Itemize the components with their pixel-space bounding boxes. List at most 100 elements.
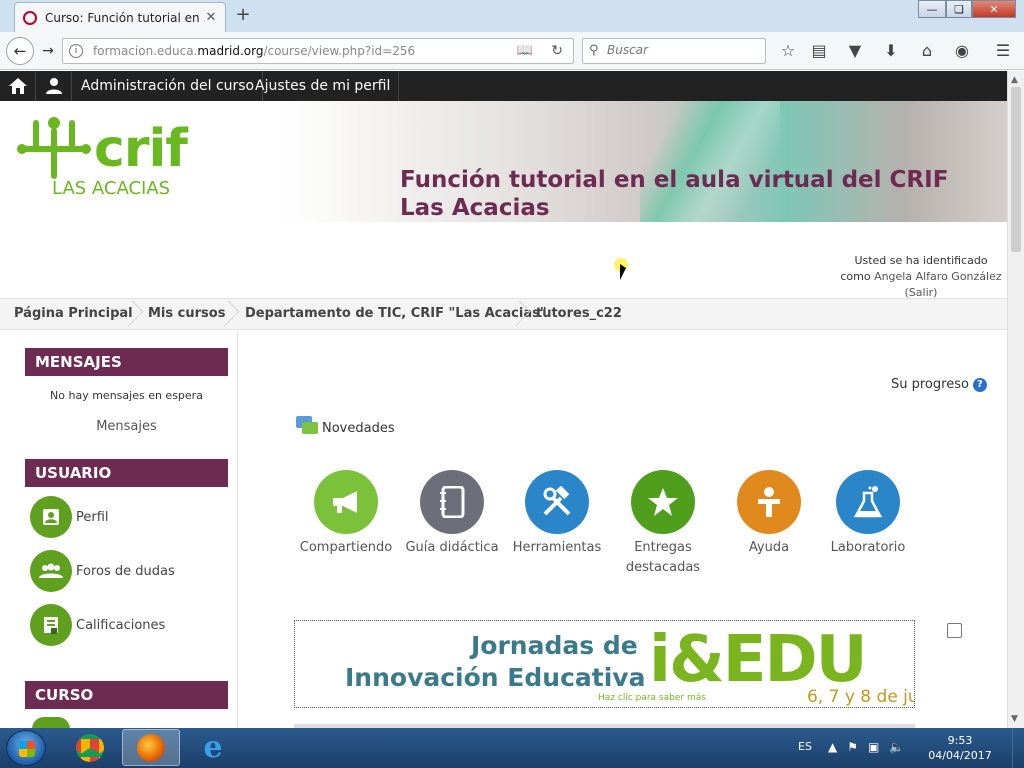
user-profile-link[interactable]: Angela Alfaro González bbox=[874, 270, 1002, 283]
block-messages-title: MENSAJES bbox=[25, 348, 228, 376]
banner-line2: Innovación Educativa bbox=[345, 663, 646, 692]
news-forum-label: Novedades bbox=[322, 421, 395, 436]
maximize-button[interactable]: ❑ bbox=[946, 0, 972, 18]
messages-link[interactable]: Mensajes bbox=[25, 419, 228, 434]
taskbar-internet-explorer[interactable]: e bbox=[184, 729, 242, 766]
language-indicator[interactable]: ES bbox=[798, 740, 812, 753]
ie-icon: e bbox=[203, 729, 223, 765]
left-sidebar: MENSAJES No hay mensajes en espera Mensa… bbox=[0, 331, 238, 729]
megaphone-icon bbox=[314, 470, 378, 534]
tile-entregas-destacadas[interactable]: Entregas destacadas bbox=[608, 470, 718, 578]
search-input[interactable] bbox=[607, 43, 757, 57]
url-bar[interactable]: i formacion.educa.madrid.org/course/view… bbox=[62, 38, 574, 64]
menu-icon[interactable]: ☰ bbox=[992, 40, 1014, 62]
search-bar[interactable]: ⚲ bbox=[582, 38, 766, 64]
sidebar-item-profile[interactable]: Perfil bbox=[30, 496, 109, 538]
browser-titlebar: Curso: Función tutorial en ... ✕ + — ❑ ✕ bbox=[0, 0, 1024, 32]
new-tab-button[interactable]: + bbox=[234, 6, 252, 24]
breadcrumb-course[interactable]: tutores_c22 bbox=[536, 299, 622, 329]
nav-profile-settings[interactable]: Ajustes de mi perfil bbox=[247, 71, 400, 101]
close-window-button[interactable]: ✕ bbox=[972, 0, 1016, 18]
login-user-line: como Angela Alfaro González bbox=[840, 270, 1002, 283]
logo-tree-icon bbox=[17, 117, 91, 179]
login-info: Usted se ha identificado como Angela Alf… bbox=[826, 253, 1016, 301]
window-controls: — ❑ ✕ bbox=[918, 0, 1016, 18]
help-icon[interactable]: ? bbox=[972, 377, 987, 392]
windows-logo-icon bbox=[19, 741, 35, 757]
windows-taskbar: e ES ▲ ⚑ ▣ 🔈 9:53 04/04/2017 bbox=[0, 728, 1024, 768]
reload-icon[interactable]: ↻ bbox=[551, 43, 563, 59]
scroll-down-icon[interactable]: ▼ bbox=[1011, 714, 1018, 724]
bookmark-star-icon[interactable]: ☆ bbox=[777, 40, 799, 62]
profile-icon bbox=[30, 496, 72, 538]
sidebar-item-forums[interactable]: Foros de dudas bbox=[30, 550, 175, 592]
flask-icon bbox=[836, 470, 900, 534]
breadcrumb-home[interactable]: Página Principal bbox=[14, 299, 133, 329]
grades-icon bbox=[30, 604, 72, 646]
reader-view-icon[interactable]: 📖 bbox=[517, 43, 533, 58]
banner-hint: Haz clic para saber más bbox=[598, 693, 706, 703]
search-icon: ⚲ bbox=[589, 43, 599, 58]
block-course-title: CURSO bbox=[25, 681, 228, 709]
extension-icon[interactable]: ◉ bbox=[951, 40, 973, 62]
tile-label: Compartiendo bbox=[299, 540, 393, 555]
completion-checkbox[interactable] bbox=[947, 623, 962, 638]
tab-title: Curso: Función tutorial en ... bbox=[45, 10, 205, 25]
breadcrumb: Página Principal Mis cursos Departamento… bbox=[0, 298, 1007, 330]
user-nav-icon[interactable] bbox=[36, 71, 72, 101]
tab-close-icon[interactable]: ✕ bbox=[205, 10, 217, 25]
star-icon bbox=[631, 470, 695, 534]
vertical-scrollbar[interactable]: ▲ ▼ bbox=[1007, 71, 1024, 728]
crif-logo[interactable]: crif LAS ACACIAS bbox=[14, 111, 204, 206]
home-nav-icon[interactable] bbox=[0, 71, 36, 101]
taskbar-clock[interactable]: 9:53 04/04/2017 bbox=[928, 733, 992, 763]
iedu-promo-banner[interactable]: Jornadas de Innovación Educativa i&EDU H… bbox=[294, 620, 915, 708]
scroll-thumb[interactable] bbox=[1011, 87, 1021, 252]
no-messages-text: No hay mensajes en espera bbox=[50, 389, 203, 402]
tile-herramientas[interactable]: Herramientas bbox=[502, 470, 612, 558]
network-icon[interactable]: ▣ bbox=[868, 740, 879, 754]
tile-compartiendo[interactable]: Compartiendo bbox=[291, 470, 401, 558]
tile-label: Guía didáctica bbox=[405, 540, 499, 555]
mouse-cursor-icon bbox=[620, 264, 626, 280]
block-user-title: USUARIO bbox=[25, 459, 228, 487]
chrome-icon bbox=[76, 733, 104, 762]
flag-icon[interactable]: ⚑ bbox=[847, 740, 858, 754]
pocket-icon[interactable]: ▼ bbox=[844, 40, 866, 62]
site-favicon-icon bbox=[23, 10, 37, 25]
tray-expand-icon[interactable]: ▲ bbox=[828, 740, 837, 754]
minimize-button[interactable]: — bbox=[918, 0, 946, 18]
tools-icon bbox=[525, 470, 589, 534]
scroll-up-icon[interactable]: ▲ bbox=[1011, 75, 1018, 85]
progress-label: Su progreso bbox=[891, 377, 969, 392]
browser-tab[interactable]: Curso: Función tutorial en ... ✕ bbox=[14, 2, 226, 32]
breadcrumb-department[interactable]: Departamento de TIC, CRIF "Las Acacias" bbox=[245, 299, 547, 329]
tile-label: Laboratorio bbox=[830, 540, 906, 555]
lifebuoy-person-icon bbox=[737, 470, 801, 534]
tile-laboratorio[interactable]: Laboratorio bbox=[813, 470, 923, 558]
home-icon[interactable]: ⌂ bbox=[916, 40, 938, 62]
firefox-icon bbox=[137, 733, 165, 762]
banner-brand: i&EDU bbox=[649, 623, 868, 697]
download-icon[interactable]: ⬇ bbox=[880, 40, 902, 62]
tile-label: Herramientas bbox=[512, 540, 602, 555]
back-button[interactable]: ← bbox=[6, 37, 34, 65]
banner-line1: Jornadas de bbox=[471, 631, 638, 660]
logo-subtext: LAS ACACIAS bbox=[52, 178, 171, 199]
tile-guia-didactica[interactable]: Guía didáctica bbox=[397, 470, 507, 558]
show-desktop-button[interactable] bbox=[1012, 728, 1024, 768]
notebook-icon bbox=[420, 470, 484, 534]
sidebar-item-grades[interactable]: Calificaciones bbox=[30, 604, 165, 646]
start-button[interactable] bbox=[6, 730, 46, 766]
site-info-icon[interactable]: i bbox=[69, 44, 83, 58]
news-forum-link[interactable]: Novedades bbox=[296, 416, 395, 436]
nav-course-admin[interactable]: Administración del curso bbox=[73, 71, 264, 101]
forward-button[interactable]: → bbox=[38, 41, 58, 61]
taskbar-firefox[interactable] bbox=[122, 729, 180, 766]
group-icon bbox=[30, 550, 72, 592]
login-line: Usted se ha identificado bbox=[854, 254, 988, 267]
volume-icon[interactable]: 🔈 bbox=[889, 740, 904, 754]
bookmarks-list-icon[interactable]: ▤ bbox=[808, 40, 830, 62]
tile-ayuda[interactable]: Ayuda bbox=[714, 470, 824, 558]
taskbar-chrome[interactable] bbox=[61, 729, 119, 766]
